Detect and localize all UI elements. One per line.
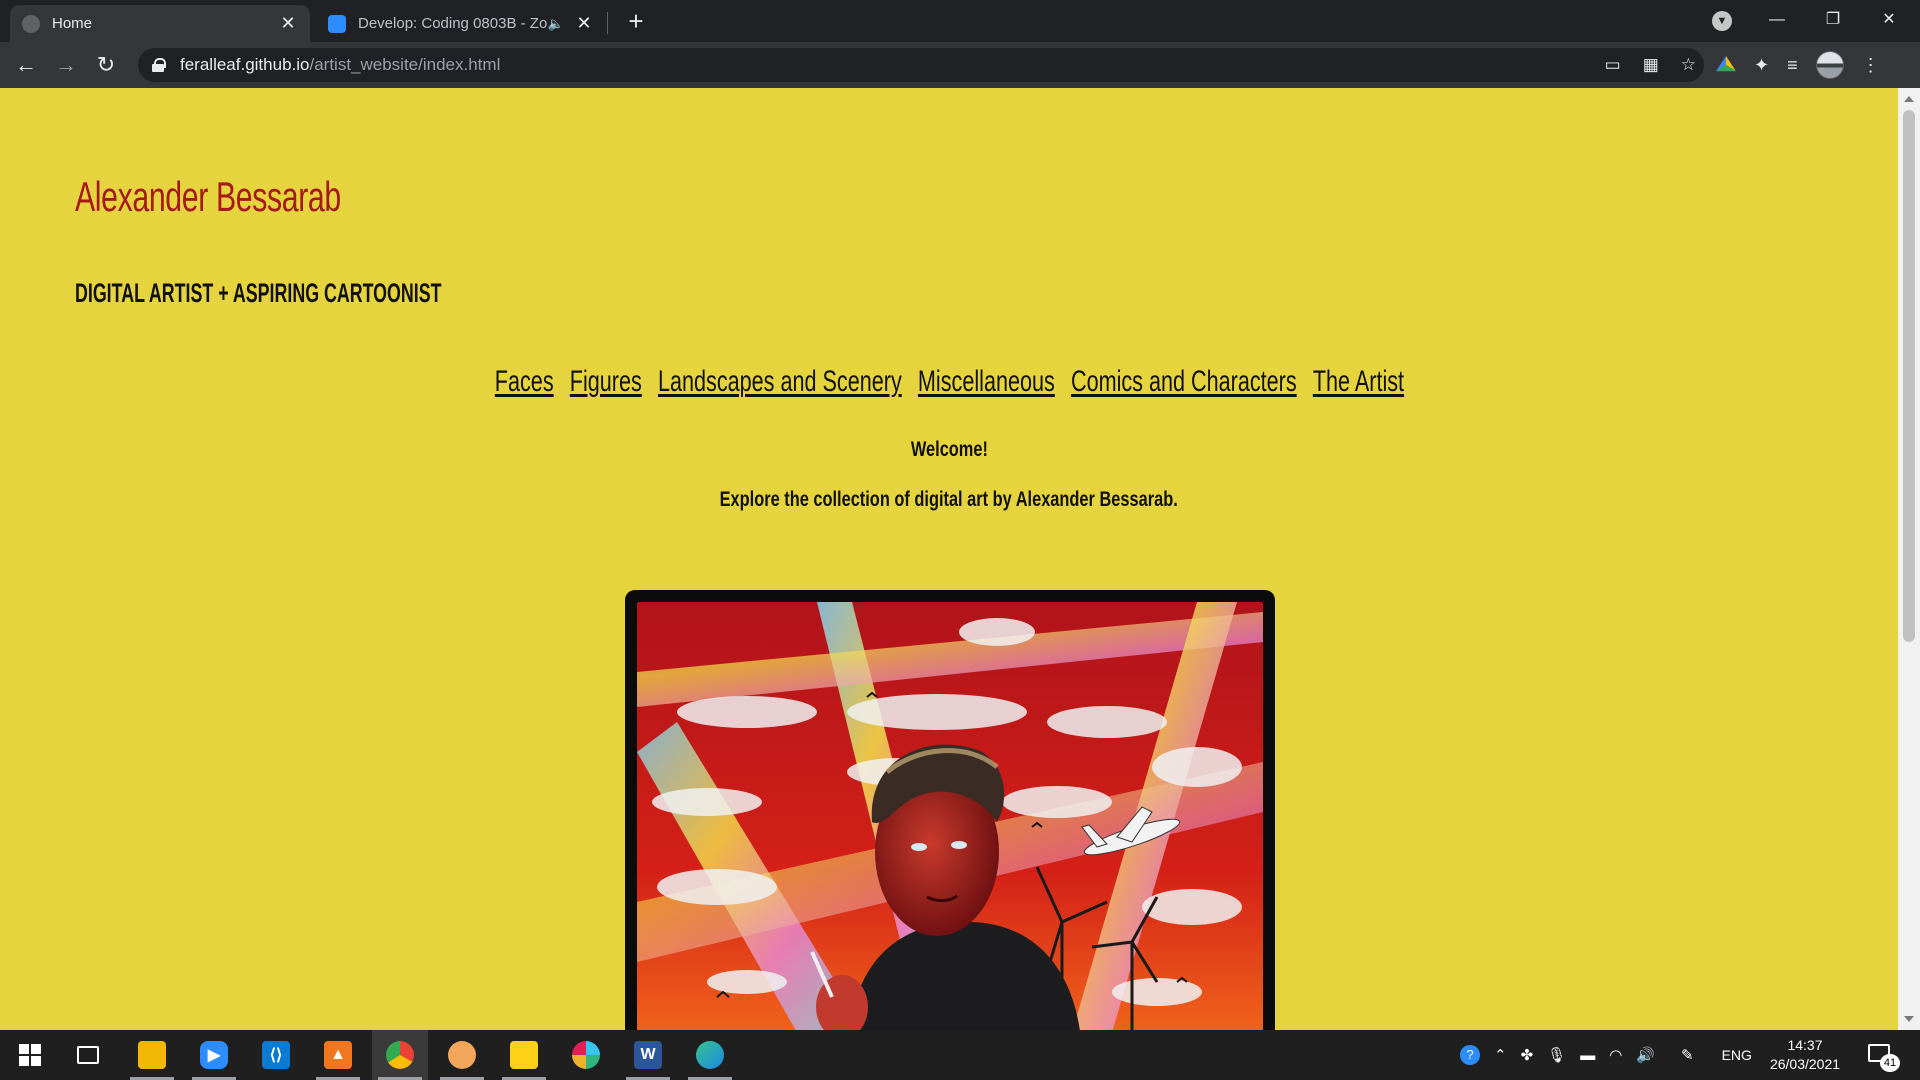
browser-toolbar: ← → ↻ feralleaf.github.io/artist_website… <box>0 42 1920 88</box>
taskbar-file-explorer[interactable] <box>124 1030 180 1080</box>
scroll-up-icon[interactable] <box>1904 96 1914 102</box>
taskbar-vscode[interactable]: ⟨⟩ <box>248 1030 304 1080</box>
taskbar-word[interactable]: W <box>620 1030 676 1080</box>
taskbar-slack[interactable] <box>558 1030 614 1080</box>
tab-separator <box>607 12 608 34</box>
clock-date: 26/03/2021 <box>1769 1056 1841 1072</box>
lock-icon[interactable] <box>152 58 166 72</box>
tab-title: Home <box>52 15 93 32</box>
kebab-menu-icon[interactable]: ⋮ <box>1862 55 1880 76</box>
app-icon-orange <box>448 1041 476 1069</box>
app-icon: ▲ <box>324 1041 352 1069</box>
battery-icon[interactable]: ▬ <box>1580 1047 1595 1064</box>
wifi-icon[interactable]: ◠ <box>1609 1046 1622 1064</box>
slack-icon <box>572 1041 600 1069</box>
taskbar-app[interactable]: ▲ <box>310 1030 366 1080</box>
scroll-down-icon[interactable] <box>1904 1016 1914 1022</box>
featured-artwork[interactable] <box>637 602 1263 1030</box>
minimize-button[interactable]: — <box>1754 4 1800 36</box>
nav-link-faces[interactable]: Faces <box>494 365 553 398</box>
notification-count-badge: 41 <box>1880 1054 1900 1072</box>
welcome-heading: Welcome! <box>910 438 988 461</box>
network-share-icon[interactable]: ✤ <box>1521 1046 1534 1064</box>
sticky-notes-icon <box>510 1041 538 1069</box>
address-bar[interactable]: feralleaf.github.io/artist_website/index… <box>138 48 1704 82</box>
google-drive-icon[interactable] <box>1716 56 1736 72</box>
extensions-puzzle-icon[interactable]: ✦ <box>1754 55 1769 76</box>
clock[interactable]: 14:37 26/03/2021 <box>1760 1036 1850 1074</box>
site-title: Alexander Bessarab <box>75 173 341 220</box>
chrome-icon <box>386 1041 414 1069</box>
intro-text: Explore the collection of digital art by… <box>719 488 1179 511</box>
nav-link-miscellaneous[interactable]: Miscellaneous <box>917 365 1054 398</box>
page-scrollbar[interactable] <box>1898 88 1920 1030</box>
globe-icon <box>22 14 40 33</box>
zoom-icon: ▶ <box>200 1041 228 1069</box>
forward-button[interactable]: → <box>50 49 82 81</box>
cast-icon[interactable]: ▭ <box>1605 55 1621 75</box>
edge-icon <box>696 1041 724 1069</box>
close-window-button[interactable]: ✕ <box>1866 4 1912 36</box>
back-button[interactable]: ← <box>10 49 42 81</box>
tab-strip: Home ✕ Develop: Coding 0803B - Zo 🔈 ✕ + … <box>0 0 1920 42</box>
start-button[interactable] <box>2 1030 58 1080</box>
word-icon: W <box>634 1041 662 1069</box>
nav-link-landscapes[interactable]: Landscapes and Scenery <box>658 365 902 398</box>
task-view-icon <box>77 1046 99 1064</box>
zoom-icon <box>328 14 346 33</box>
speaker-icon[interactable]: 🔈 <box>548 16 564 32</box>
task-view-button[interactable] <box>60 1030 116 1080</box>
chevron-up-icon[interactable]: ⌃ <box>1494 1046 1507 1064</box>
file-explorer-icon <box>138 1041 166 1069</box>
help-icon[interactable]: ? <box>1460 1045 1480 1065</box>
taskbar-app-orange[interactable] <box>434 1030 490 1080</box>
scrollbar-thumb[interactable] <box>1903 110 1915 642</box>
pen-icon[interactable]: ✎ <box>1681 1046 1694 1064</box>
tagline: Digital Artist + Aspiring Cartoonist <box>75 278 442 308</box>
notification-center-button[interactable]: 41 <box>1868 1042 1900 1072</box>
nav-link-the-artist[interactable]: The Artist <box>1312 365 1403 398</box>
tab-zoom[interactable]: Develop: Coding 0803B - Zo 🔈 ✕ <box>316 5 606 42</box>
nav-link-comics[interactable]: Comics and Characters <box>1071 365 1297 398</box>
tab-home[interactable]: Home ✕ <box>10 5 310 42</box>
reload-button[interactable]: ↻ <box>90 49 122 81</box>
close-tab-icon[interactable]: ✕ <box>574 13 594 34</box>
new-tab-button[interactable]: + <box>622 8 650 36</box>
profile-avatar[interactable] <box>1815 51 1844 79</box>
system-tray: ? ⌃ ✤ 🎙 ▬ ◠ 🔊 ✎ ENG <box>1460 1030 1752 1080</box>
taskbar-chrome[interactable] <box>372 1030 428 1080</box>
language-indicator[interactable]: ENG <box>1722 1047 1752 1063</box>
taskbar-zoom[interactable]: ▶ <box>186 1030 242 1080</box>
taskbar-sticky-notes[interactable] <box>496 1030 552 1080</box>
clock-time: 14:37 <box>1787 1037 1823 1053</box>
tab-title: Develop: Coding 0803B - Zo <box>358 15 548 32</box>
windows-logo-icon <box>19 1044 41 1066</box>
taskbar-edge[interactable] <box>682 1030 738 1080</box>
tab-search-icon[interactable]: ▼ <box>1712 11 1732 31</box>
close-tab-icon[interactable]: ✕ <box>278 13 298 34</box>
windows-taskbar: ▶ ⟨⟩ ▲ W ? ⌃ ✤ 🎙 ▬ ◠ 🔊 ✎ ENG 14:37 26/03… <box>0 1030 1920 1080</box>
translate-icon[interactable]: ▦ <box>1643 55 1659 75</box>
microphone-icon[interactable]: 🎙 <box>1547 1046 1566 1064</box>
volume-icon[interactable]: 🔊 <box>1636 1046 1655 1064</box>
nav-link-figures[interactable]: Figures <box>569 365 641 398</box>
reading-list-icon[interactable]: ≡ <box>1787 55 1798 76</box>
featured-artwork-frame <box>625 590 1275 1030</box>
bookmark-star-icon[interactable]: ☆ <box>1681 55 1696 75</box>
main-nav: Faces Figures Landscapes and Scenery Mis… <box>0 365 1898 399</box>
page-viewport: Alexander Bessarab Digital Artist + Aspi… <box>0 88 1898 1030</box>
url-text[interactable]: feralleaf.github.io/artist_website/index… <box>180 55 500 75</box>
restore-button[interactable]: ❐ <box>1810 4 1856 36</box>
vscode-icon: ⟨⟩ <box>262 1041 290 1069</box>
